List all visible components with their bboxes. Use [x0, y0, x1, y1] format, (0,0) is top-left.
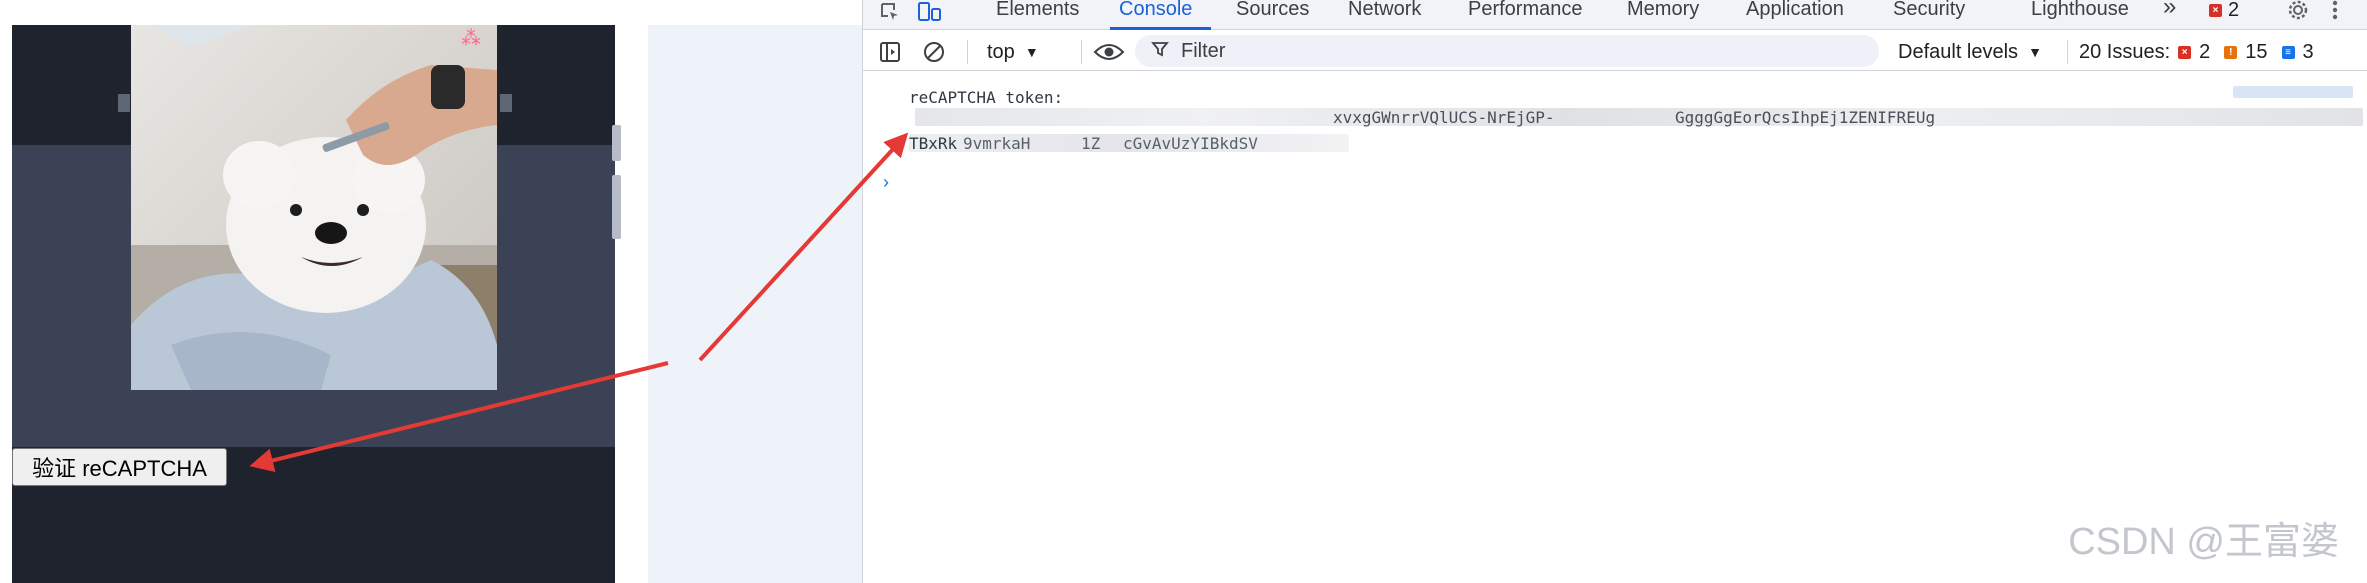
verify-recaptcha-button[interactable]: 验证 reCAPTCHA — [12, 448, 227, 486]
settings-gear-icon[interactable] — [2283, 0, 2313, 20]
tab-console[interactable]: Console — [1119, 0, 1192, 30]
tab-application[interactable]: Application — [1746, 0, 1844, 30]
issue-error-icon: × — [2178, 45, 2192, 59]
token-fragment: cGvAvUzYIBkdSV — [1123, 134, 1258, 153]
token-fragment: GgggGgEorQcsIhpEj1ZENIFREUg — [1675, 108, 1936, 127]
tab-sources[interactable]: Sources — [1236, 0, 1309, 30]
token-fragment: xvxgGWnrrVQlUCS-NrEjGP- — [1333, 108, 1555, 127]
screenshot-root: ⁂ 验证 reCAPTCHA Elements Console Sources … — [0, 0, 2367, 583]
devtools-panel: Elements Console Sources Network Perform… — [862, 0, 2367, 583]
console-filter[interactable] — [1135, 35, 1879, 67]
issue-warning-icon: ! — [2224, 45, 2238, 59]
log-levels-value: Default levels — [1898, 40, 2019, 63]
devtools-tab-bar: Elements Console Sources Network Perform… — [863, 0, 2367, 30]
decoration-mark — [118, 94, 130, 112]
error-count: 2 — [2228, 0, 2240, 21]
console-output: reCAPTCHA token: xvxgGWnrrVQlUCS-NrEjGP-… — [863, 72, 2367, 583]
sidebar-toggle-icon[interactable] — [875, 37, 905, 67]
inspect-element-icon[interactable] — [875, 0, 905, 24]
more-tabs-icon[interactable]: » — [2163, 0, 2176, 30]
context-selector[interactable]: top ▼ — [987, 37, 1039, 67]
scrollbar-thumb[interactable] — [612, 125, 621, 161]
device-toolbar-icon[interactable] — [913, 0, 947, 24]
error-counter[interactable]: × 2 — [2209, 0, 2240, 21]
issues-warning-count: 15 — [2245, 40, 2268, 63]
error-icon: × — [2209, 3, 2222, 17]
issues-error-count: 2 — [2199, 40, 2211, 63]
filter-input[interactable] — [1181, 39, 1861, 63]
more-options-icon[interactable] — [2325, 0, 2345, 20]
dog-grooming-image: ⁂ — [131, 25, 497, 390]
tab-elements[interactable]: Elements — [996, 0, 1079, 30]
issues-counter[interactable]: 20 Issues: × 2 ! 15 ≡ 3 — [2079, 37, 2314, 67]
token-fragment: TBxRk — [909, 134, 958, 153]
tab-network[interactable]: Network — [1348, 0, 1421, 30]
tab-memory[interactable]: Memory — [1627, 0, 1699, 30]
token-redaction — [915, 108, 2363, 126]
filter-funnel-icon — [1151, 40, 1169, 63]
issues-info-count: 3 — [2302, 40, 2314, 63]
dog-illustration: ⁂ — [131, 25, 497, 390]
token-fragment: 9vmrkaH — [963, 134, 1031, 153]
console-prompt-chevron-icon[interactable]: › — [883, 172, 889, 193]
toolbar-divider — [967, 40, 968, 64]
issue-info-icon: ≡ — [2281, 45, 2295, 59]
active-tab-indicator — [1110, 27, 1211, 30]
context-value: top — [987, 40, 1015, 63]
dropdown-arrow-icon: ▼ — [2028, 44, 2042, 60]
console-log-label: reCAPTCHA token: — [909, 88, 1064, 107]
svg-text:⁂: ⁂ — [461, 26, 481, 50]
live-expression-eye-icon[interactable] — [1091, 37, 1127, 67]
token-fragment: 1Z — [1081, 134, 1101, 153]
dropdown-arrow-icon: ▼ — [1024, 44, 1039, 60]
watermark: CSDN @王富婆 — [2068, 521, 2339, 563]
web-page: ⁂ 验证 reCAPTCHA — [0, 0, 862, 583]
issues-label: 20 Issues: — [2079, 40, 2171, 63]
clear-console-icon[interactable] — [919, 37, 949, 67]
scrollbar-thumb[interactable] — [612, 175, 621, 239]
console-toolbar: top ▼ Default levels ▼ 20 Issues: × — [863, 31, 2367, 71]
source-link-redacted[interactable] — [2233, 86, 2353, 98]
tab-security[interactable]: Security — [1893, 0, 1965, 30]
page-side-strip — [648, 25, 862, 583]
toolbar-divider — [2067, 40, 2068, 64]
tab-lighthouse[interactable]: Lighthouse — [2031, 0, 2129, 30]
tab-performance[interactable]: Performance — [1468, 0, 1583, 30]
log-levels-selector[interactable]: Default levels ▼ — [1898, 37, 2042, 67]
decoration-mark — [500, 94, 512, 112]
toolbar-divider — [1081, 40, 1082, 64]
